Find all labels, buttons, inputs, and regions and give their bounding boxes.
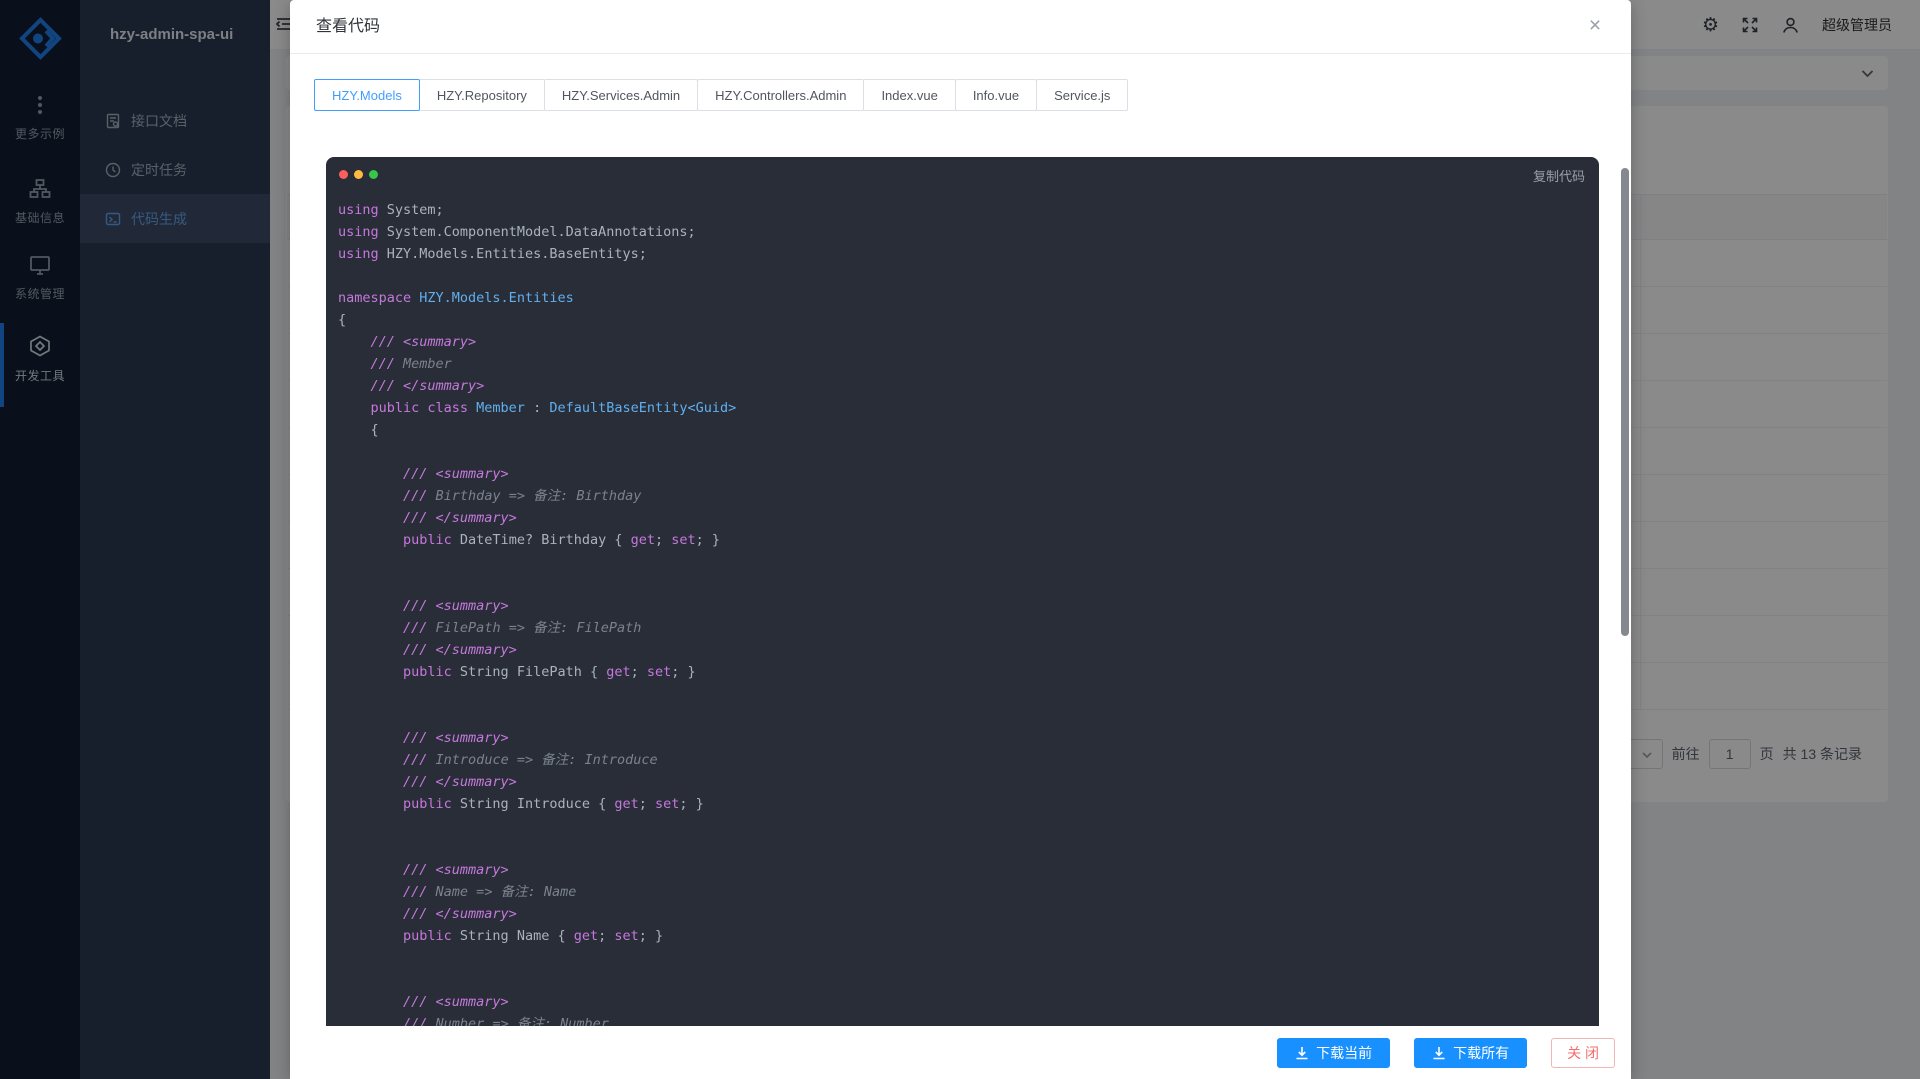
close-dialog-label: 关 闭: [1567, 1043, 1599, 1063]
code-file-tabs: HZY.Models HZY.Repository HZY.Services.A…: [314, 79, 1607, 111]
code-window: 复制代码 using System;using System.Component…: [326, 157, 1599, 1026]
tab-hzy-controllers-admin[interactable]: HZY.Controllers.Admin: [697, 79, 864, 111]
tab-service-js[interactable]: Service.js: [1036, 79, 1128, 111]
dialog-title: 查看代码: [316, 0, 380, 54]
view-code-dialog: 查看代码 × HZY.Models HZY.Repository HZY.Ser…: [290, 0, 1631, 1079]
download-icon: [1432, 1046, 1446, 1060]
dialog-scrollbar-thumb[interactable]: [1621, 168, 1629, 636]
tab-hzy-models[interactable]: HZY.Models: [314, 79, 420, 111]
dialog-header: 查看代码 ×: [290, 0, 1631, 54]
close-dialog-button[interactable]: 关 闭: [1551, 1038, 1615, 1068]
download-current-button[interactable]: 下载当前: [1277, 1038, 1390, 1068]
code-content[interactable]: using System;using System.ComponentModel…: [326, 199, 1599, 1026]
download-icon: [1295, 1046, 1309, 1060]
dialog-body: HZY.Models HZY.Repository HZY.Services.A…: [290, 55, 1631, 1026]
tab-info-vue[interactable]: Info.vue: [955, 79, 1037, 111]
mac-window-dots: [339, 170, 378, 179]
tab-index-vue[interactable]: Index.vue: [863, 79, 955, 111]
tab-hzy-repository[interactable]: HZY.Repository: [419, 79, 545, 111]
copy-code-button[interactable]: 复制代码: [1533, 166, 1585, 185]
window-dot-green: [369, 170, 378, 179]
download-all-label: 下载所有: [1453, 1043, 1509, 1063]
window-dot-red: [339, 170, 348, 179]
download-current-label: 下载当前: [1316, 1043, 1372, 1063]
window-dot-yellow: [354, 170, 363, 179]
download-all-button[interactable]: 下载所有: [1414, 1038, 1527, 1068]
dialog-footer: 下载当前 下载所有 关 闭: [290, 1026, 1631, 1079]
tab-hzy-services-admin[interactable]: HZY.Services.Admin: [544, 79, 698, 111]
close-icon[interactable]: ×: [1581, 12, 1609, 40]
